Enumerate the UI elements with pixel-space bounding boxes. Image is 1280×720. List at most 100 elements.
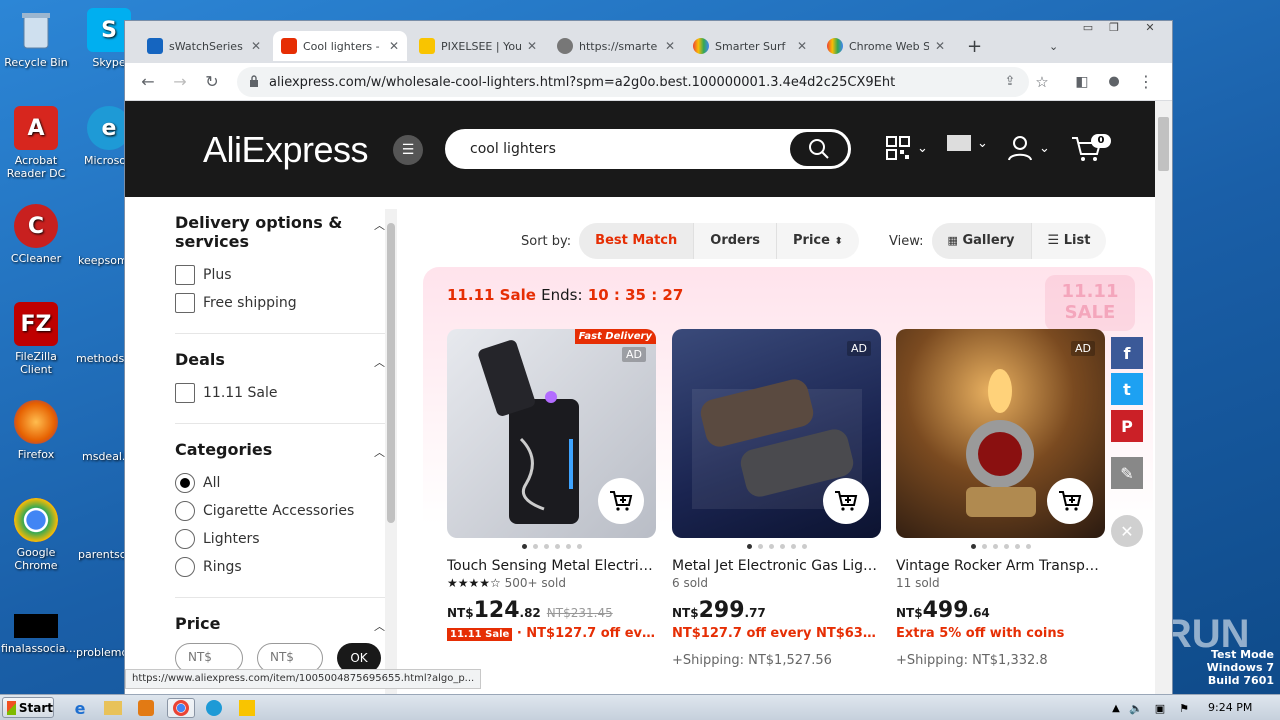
- tab-smarte[interactable]: https://smarte ✕: [549, 31, 683, 61]
- filter-plus[interactable]: Plus: [175, 261, 385, 289]
- checkbox[interactable]: [175, 293, 195, 313]
- pixelsee-taskbar-icon[interactable]: [235, 698, 259, 718]
- address-bar[interactable]: aliexpress.com/w/wholesale-cool-lighters…: [237, 67, 1029, 97]
- ie-taskbar-icon[interactable]: e: [68, 698, 92, 718]
- tab-close-icon[interactable]: ✕: [797, 39, 807, 53]
- twitter-share-icon[interactable]: t: [1111, 373, 1143, 405]
- reload-icon[interactable]: ↻: [201, 71, 223, 93]
- product-title[interactable]: Vintage Rocker Arm Transparent Lighter: [896, 558, 1105, 574]
- desktop-icon-chrome[interactable]: Google Chrome: [1, 498, 71, 572]
- product-title[interactable]: Touch Sensing Metal Electric Lighter: [447, 558, 656, 574]
- tab-close-icon[interactable]: ✕: [935, 39, 945, 53]
- facebook-share-icon[interactable]: f: [1111, 337, 1143, 369]
- desktop-icon-ccleaner[interactable]: C CCleaner: [1, 204, 71, 265]
- start-button[interactable]: Start: [2, 697, 54, 718]
- search-button[interactable]: [790, 132, 848, 166]
- filter-11-11-sale[interactable]: 11.11 Sale: [175, 379, 385, 407]
- tab-swatchseries[interactable]: sWatchSeries - ✕: [139, 31, 269, 61]
- taskbar-clock[interactable]: 9:24 PM: [1208, 701, 1252, 714]
- checkbox[interactable]: [175, 383, 195, 403]
- qr-code-menu[interactable]: ⌄: [885, 135, 928, 161]
- view-list[interactable]: ☰ List: [1032, 223, 1107, 259]
- checkbox[interactable]: [175, 265, 195, 285]
- product-image[interactable]: Fast Delivery AD: [447, 329, 656, 538]
- product-promo: Extra 5% off with coins: [896, 626, 1065, 641]
- aliexpress-logo[interactable]: AliExpress: [203, 129, 369, 171]
- profile-icon[interactable]: ●: [1103, 71, 1125, 93]
- edit-pencil-icon[interactable]: ✎: [1111, 457, 1143, 489]
- action-center-flag-icon[interactable]: ⚑: [1172, 698, 1196, 718]
- delivery-section-title[interactable]: Delivery options & services ︿: [175, 213, 385, 251]
- radio-selected[interactable]: [175, 473, 195, 493]
- account-menu[interactable]: ⌄: [1007, 135, 1050, 161]
- forward-arrow-icon[interactable]: →: [169, 71, 191, 93]
- network-icon[interactable]: ▣: [1148, 698, 1172, 718]
- tab-search-chevron-icon[interactable]: ⌄: [1041, 31, 1063, 61]
- category-all[interactable]: All: [175, 469, 385, 497]
- radio[interactable]: [175, 529, 195, 549]
- edge-taskbar-icon[interactable]: [202, 698, 226, 718]
- chrome-taskbar-icon[interactable]: [167, 698, 195, 718]
- new-tab-button[interactable]: +: [959, 31, 989, 61]
- desktop-icon-recycle-bin[interactable]: Recycle Bin: [1, 8, 71, 69]
- tab-close-icon[interactable]: ✕: [389, 39, 399, 53]
- media-player-taskbar-icon[interactable]: [134, 698, 158, 718]
- category-cigarette-accessories[interactable]: Cigarette Accessories: [175, 497, 385, 525]
- view-options: ▦ Gallery ☰ List: [931, 223, 1107, 259]
- desktop-icon-acrobat[interactable]: A Acrobat Reader DC: [1, 106, 71, 180]
- radio[interactable]: [175, 557, 195, 577]
- desktop-icon-firefox[interactable]: Firefox: [1, 400, 71, 461]
- add-to-cart-button[interactable]: [598, 478, 644, 524]
- page-scrollbar[interactable]: [1155, 101, 1172, 694]
- language-menu[interactable]: ⌄: [947, 135, 988, 151]
- product-image[interactable]: AD: [672, 329, 881, 538]
- product-card[interactable]: AD Metal Jet Electronic Gas Lighter 6 so…: [672, 329, 881, 668]
- sale-section: 11.11 SALE 11.11 Sale Ends: 10 : 35 : 27…: [423, 267, 1153, 694]
- product-image[interactable]: AD: [896, 329, 1105, 538]
- desktop-icon-finalassocia[interactable]: finalassocia...: [1, 614, 76, 655]
- categories-section-title[interactable]: Categories ︿: [175, 440, 385, 459]
- desktop-icon-filezilla[interactable]: FZ FileZilla Client: [1, 302, 71, 376]
- deals-section-title[interactable]: Deals ︿: [175, 350, 385, 369]
- minimize-icon[interactable]: ▭: [1075, 21, 1101, 39]
- hamburger-menu-icon[interactable]: ☰: [393, 135, 423, 165]
- sort-price[interactable]: Price ⬍: [777, 223, 859, 259]
- view-gallery[interactable]: ▦ Gallery: [931, 223, 1032, 259]
- product-title[interactable]: Metal Jet Electronic Gas Lighter: [672, 558, 881, 574]
- tab-pixelsee[interactable]: PIXELSEE | You ✕: [411, 31, 545, 61]
- sort-orders[interactable]: Orders: [694, 223, 777, 259]
- bookmark-star-icon[interactable]: ☆: [1031, 71, 1053, 93]
- side-panel-icon[interactable]: ◧: [1071, 71, 1093, 93]
- tab-close-icon[interactable]: ✕: [665, 39, 675, 53]
- tab-close-icon[interactable]: ✕: [527, 39, 537, 53]
- scrollbar-thumb[interactable]: [1158, 117, 1169, 171]
- pinterest-share-icon[interactable]: P: [1111, 410, 1143, 442]
- close-window-icon[interactable]: ✕: [1133, 21, 1167, 39]
- filter-free-shipping[interactable]: Free shipping: [175, 289, 385, 317]
- product-card[interactable]: Fast Delivery AD Touch Sensing Metal Ele…: [447, 329, 656, 641]
- sort-best-match[interactable]: Best Match: [579, 223, 695, 259]
- close-share-icon[interactable]: ✕: [1111, 515, 1143, 547]
- share-icon[interactable]: ⇪: [999, 71, 1021, 93]
- search-input[interactable]: cool lighters: [445, 129, 851, 169]
- status-bar-url: https://www.aliexpress.com/item/10050048…: [125, 669, 482, 689]
- radio[interactable]: [175, 501, 195, 521]
- fast-delivery-badge: Fast Delivery: [574, 329, 656, 344]
- volume-icon[interactable]: 🔈: [1124, 698, 1148, 718]
- add-to-cart-button[interactable]: [1047, 478, 1093, 524]
- back-arrow-icon[interactable]: ←: [137, 71, 159, 93]
- tab-chrome-web-store[interactable]: Chrome Web S ✕: [819, 31, 953, 61]
- tab-cool-lighters[interactable]: Cool lighters - ✕: [273, 31, 407, 61]
- explorer-taskbar-icon[interactable]: [101, 698, 125, 718]
- menu-kebab-icon[interactable]: ⋮: [1135, 71, 1157, 93]
- category-rings[interactable]: Rings: [175, 553, 385, 581]
- product-card[interactable]: AD Vintage Rocker Arm Transparent Lighte…: [896, 329, 1105, 668]
- sidebar-scrollbar[interactable]: [385, 209, 397, 694]
- category-lighters[interactable]: Lighters: [175, 525, 385, 553]
- add-to-cart-button[interactable]: [823, 478, 869, 524]
- scrollbar-thumb[interactable]: [387, 223, 395, 523]
- tab-smarter-surf[interactable]: Smarter Surf ✕: [685, 31, 815, 61]
- maximize-icon[interactable]: ❐: [1101, 21, 1127, 39]
- price-section-title[interactable]: Price ︿: [175, 614, 385, 633]
- tab-close-icon[interactable]: ✕: [251, 39, 261, 53]
